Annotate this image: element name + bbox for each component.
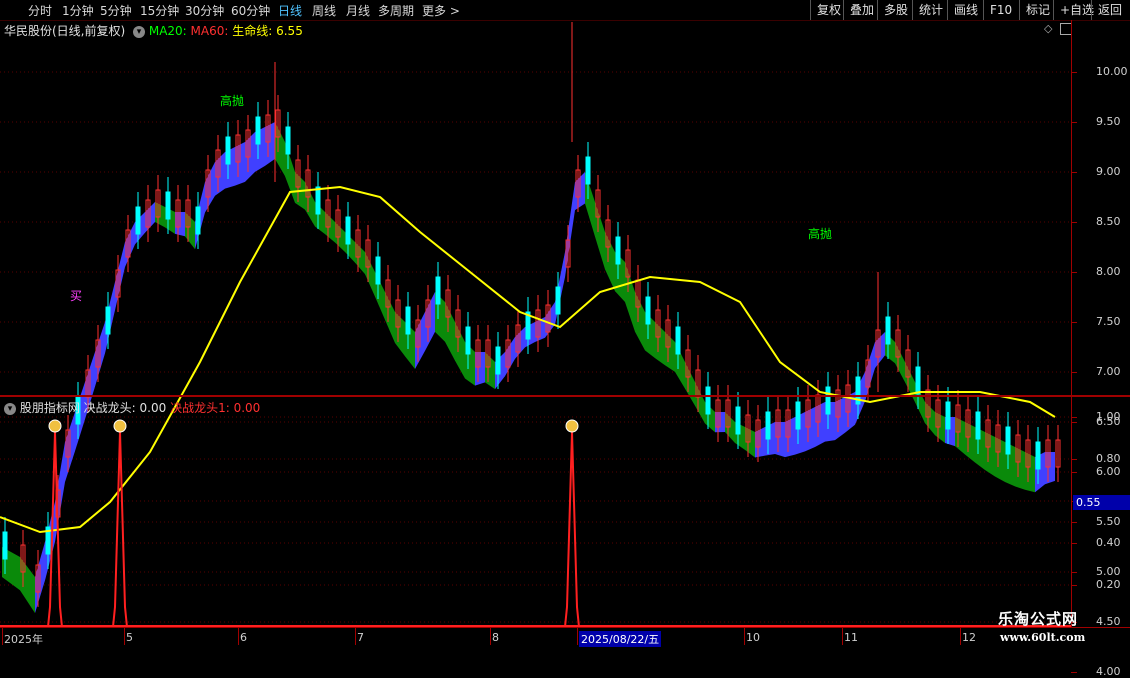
annotation-label: 高抛: [808, 226, 832, 241]
money-bag-icon: [113, 419, 127, 433]
money-bag-icon: [565, 419, 579, 433]
sub-y-tick-label: 0.40: [1096, 536, 1121, 549]
signal-spike: [564, 431, 580, 628]
candle-body: [555, 286, 561, 315]
signal-spike: [112, 431, 128, 628]
candle-body: [165, 191, 171, 220]
candle-body: [2, 531, 8, 560]
x-tick: [355, 628, 356, 645]
main-y-tick: [1071, 172, 1077, 173]
candle-body: [345, 216, 351, 245]
candle-body: [465, 326, 471, 355]
x-tick-label: 12: [962, 631, 976, 644]
sub-y-axis: [1071, 397, 1072, 627]
sub-y-tick: [1071, 585, 1077, 586]
candle-body: [885, 316, 891, 345]
watermark-title: 乐淘公式网: [998, 610, 1079, 628]
chart-canvas: 高抛高抛买: [0, 22, 1071, 628]
x-tick-label: 11: [844, 631, 858, 644]
candle-body: [495, 346, 501, 375]
candle-body: [945, 401, 951, 430]
candle-body: [825, 386, 831, 415]
main-y-tick: [1071, 222, 1077, 223]
down-band: [20, 557, 35, 614]
main-y-tick-label: 5.50: [1096, 515, 1121, 528]
candle-body: [795, 401, 801, 430]
sub-y-tick-label: 1.00: [1096, 410, 1121, 423]
sub-y-tick: [1071, 417, 1077, 418]
x-tick: [842, 628, 843, 645]
main-y-axis: [1071, 20, 1072, 395]
main-y-tick-label: 6.00: [1096, 465, 1121, 478]
main-y-tick: [1071, 372, 1077, 373]
main-y-tick: [1071, 322, 1077, 323]
main-y-tick-label: 5.00: [1096, 565, 1121, 578]
main-y-tick-label: 7.00: [1096, 365, 1121, 378]
main-y-tick-label: 10.00: [1096, 65, 1128, 78]
annotation-label: 买: [70, 289, 82, 303]
x-tick-label: 8: [492, 631, 499, 644]
sub-y-tick: [1071, 543, 1077, 544]
sub-y-tick: [1071, 459, 1077, 460]
x-tick: [577, 628, 578, 645]
main-y-tick-label: 9.00: [1096, 165, 1121, 178]
sub-panel-header: ▾ 股朋指标网 决战龙头: 0.00 决战龙头1: 0.00: [4, 399, 260, 416]
main-y-tick: [1071, 272, 1077, 273]
current-value-marker: 0.55: [1073, 495, 1130, 510]
candle-body: [1005, 426, 1011, 455]
sub-y-tick-label: 0.20: [1096, 578, 1121, 591]
x-tick: [124, 628, 125, 645]
candle-body: [375, 256, 381, 285]
candle-body: [315, 186, 321, 215]
main-y-tick-label: 4.00: [1096, 665, 1121, 678]
candle-body: [975, 411, 981, 440]
annotation-label: 高抛: [220, 93, 244, 108]
main-y-tick-label: 8.50: [1096, 215, 1121, 228]
candle-body: [915, 366, 921, 395]
main-y-tick: [1071, 672, 1077, 673]
candle-body: [765, 411, 771, 440]
candle-body: [225, 136, 231, 165]
main-y-tick-label: 9.50: [1096, 115, 1121, 128]
x-tick: [490, 628, 491, 645]
candle-body: [105, 306, 111, 335]
main-y-tick-label: 7.50: [1096, 315, 1121, 328]
money-bag-icon: [48, 419, 62, 433]
candle-body: [735, 406, 741, 435]
candle-body: [585, 156, 591, 185]
indicator-value-1: 决战龙头: 0.00: [83, 401, 167, 415]
candle-body: [405, 306, 411, 335]
sub-y-tick-label: 0.80: [1096, 452, 1121, 465]
x-tick: [744, 628, 745, 645]
main-y-tick: [1071, 122, 1077, 123]
main-y-tick-label: 8.00: [1096, 265, 1121, 278]
x-tick-label: 5: [126, 631, 133, 644]
x-tick: [960, 628, 961, 645]
panel-divider[interactable]: [0, 395, 1130, 397]
candle-body: [1035, 441, 1041, 470]
candle-body: [195, 206, 201, 235]
candle-body: [135, 206, 141, 235]
x-tick-label: 6: [240, 631, 247, 644]
x-tick: [2, 628, 3, 645]
candle-body: [705, 386, 711, 415]
x-tick-label: 7: [357, 631, 364, 644]
candle-body: [645, 296, 651, 325]
x-tick: [238, 628, 239, 645]
x-tick-label: 2025年: [4, 633, 43, 646]
candle-body: [615, 236, 621, 265]
candle-body: [255, 116, 261, 145]
indicator-value-2: 决战龙头1: 0.00: [170, 401, 261, 415]
indicator-name: 股朋指标网: [19, 401, 80, 415]
candle-body: [435, 276, 441, 305]
candle-body: [675, 326, 681, 355]
sub-dropdown-icon[interactable]: ▾: [4, 402, 16, 415]
watermark-url: www.60lt.com: [1000, 631, 1086, 644]
x-tick-label: 2025/08/22/五: [579, 631, 662, 647]
x-tick-label: 10: [746, 631, 760, 644]
main-y-tick: [1071, 72, 1077, 73]
candle-body: [285, 126, 291, 155]
